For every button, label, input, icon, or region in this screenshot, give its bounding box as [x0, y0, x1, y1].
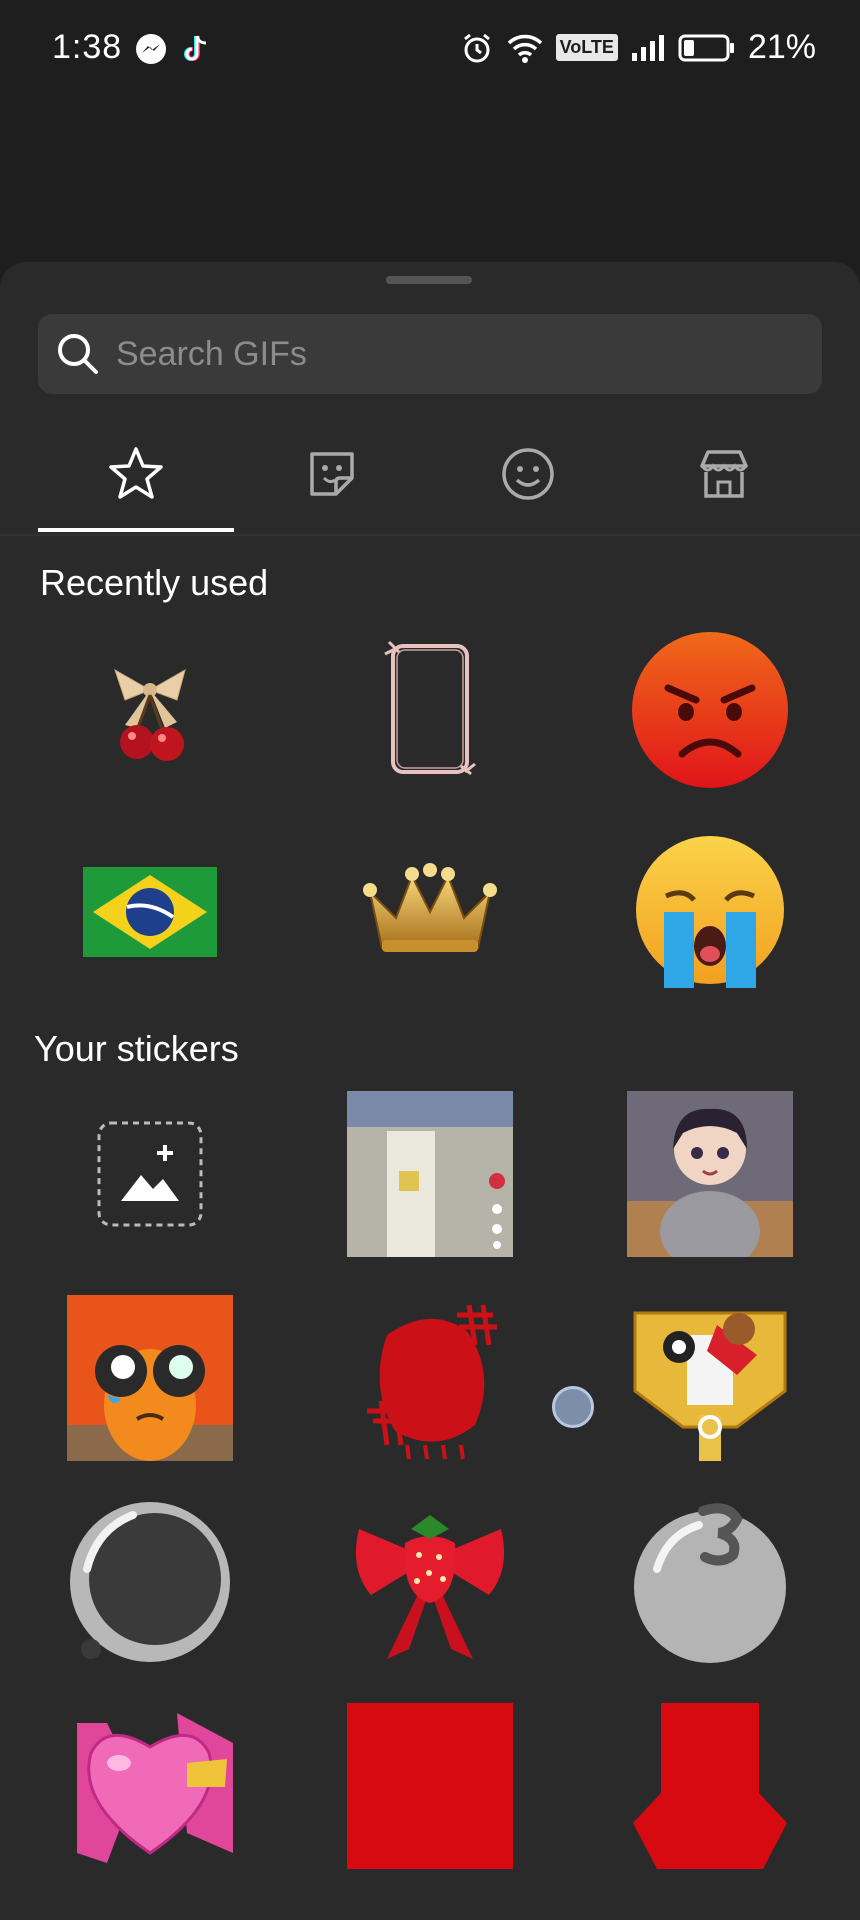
wifi-icon	[507, 34, 542, 63]
gold-crown-sticker	[363, 863, 497, 952]
screenshot-sticker	[347, 1091, 513, 1257]
gray-ball-sticker	[70, 1502, 230, 1662]
signal-icon	[631, 34, 664, 61]
sticker-gray-ball-three[interactable]	[610, 1492, 810, 1672]
red-arrow-sticker	[633, 1703, 787, 1869]
recent-sticker-brazil[interactable]	[50, 822, 250, 1002]
tiktok-icon	[184, 35, 207, 61]
ribbon-frame-sticker	[384, 640, 476, 776]
crying-orange-sticker	[67, 1295, 233, 1461]
sticker-red-scribble[interactable]	[330, 1288, 530, 1468]
messenger-icon	[136, 34, 166, 64]
sticker-red-square[interactable]	[330, 1696, 530, 1876]
status-bar: 1:38 VoLTE 21%	[0, 0, 860, 100]
cherries-bow-sticker	[114, 668, 186, 761]
smiley-icon	[502, 448, 554, 500]
tabs-divider	[0, 534, 860, 536]
sticker-gold-character[interactable]	[610, 1288, 810, 1468]
sticker-red-arrow[interactable]	[610, 1696, 810, 1876]
sticker-crying-orange[interactable]	[50, 1288, 250, 1468]
star-icon	[109, 447, 163, 499]
red-square-sticker	[347, 1703, 513, 1869]
add-sticker-button[interactable]	[50, 1084, 250, 1264]
sticker-anime-girl[interactable]	[610, 1084, 810, 1264]
crying-face-sticker	[636, 836, 784, 988]
search-bar[interactable]	[38, 314, 822, 394]
gif-sticker-sheet: Recently used	[0, 262, 860, 1920]
gray-ball-three-sticker	[634, 1503, 786, 1663]
tab-stickers[interactable]	[234, 440, 430, 536]
tab-store[interactable]	[626, 440, 822, 536]
alarm-icon	[463, 33, 490, 62]
recent-sticker-ribbon-frame[interactable]	[330, 620, 530, 800]
sticker-screenshot[interactable]	[330, 1084, 530, 1264]
search-input[interactable]	[116, 334, 796, 374]
red-scribble-sticker	[367, 1304, 497, 1460]
screen: 1:38 VoLTE 21% Search GIFs Recently used…	[0, 0, 860, 1920]
recently-used-heading: Recently used	[40, 562, 269, 603]
recent-sticker-angry[interactable]	[610, 620, 810, 800]
pink-heart-sticker	[77, 1713, 233, 1863]
tab-bar	[38, 440, 822, 536]
tab-emoji[interactable]	[430, 440, 626, 536]
angry-face-sticker	[632, 632, 788, 788]
sticker-pink-heart[interactable]	[50, 1696, 250, 1876]
scroll-indicator[interactable]	[552, 1386, 594, 1428]
sticker-gray-ball[interactable]	[50, 1492, 250, 1672]
battery-percent: 21%	[747, 28, 816, 66]
store-icon	[700, 450, 748, 498]
tab-favorites[interactable]	[38, 440, 234, 536]
drag-handle[interactable]	[386, 276, 472, 284]
recent-sticker-crown[interactable]	[330, 822, 530, 1002]
your-stickers-heading: Your stickers	[34, 1028, 239, 1069]
recent-sticker-crying[interactable]	[610, 822, 810, 1002]
brazil-flag-sticker	[83, 867, 217, 957]
search-icon	[58, 334, 98, 374]
anime-girl-sticker	[627, 1091, 793, 1257]
sticker-icon	[310, 452, 354, 496]
recent-sticker-cherries[interactable]	[50, 620, 250, 800]
sticker-strawberry-bow[interactable]	[330, 1492, 530, 1672]
gold-character-sticker	[633, 1311, 787, 1461]
battery-icon	[678, 34, 734, 61]
status-time: 1:38	[52, 28, 123, 66]
volte-badge: VoLTE	[555, 34, 618, 61]
add-image-icon	[97, 1121, 203, 1227]
strawberry-bow-sticker	[355, 1515, 505, 1659]
